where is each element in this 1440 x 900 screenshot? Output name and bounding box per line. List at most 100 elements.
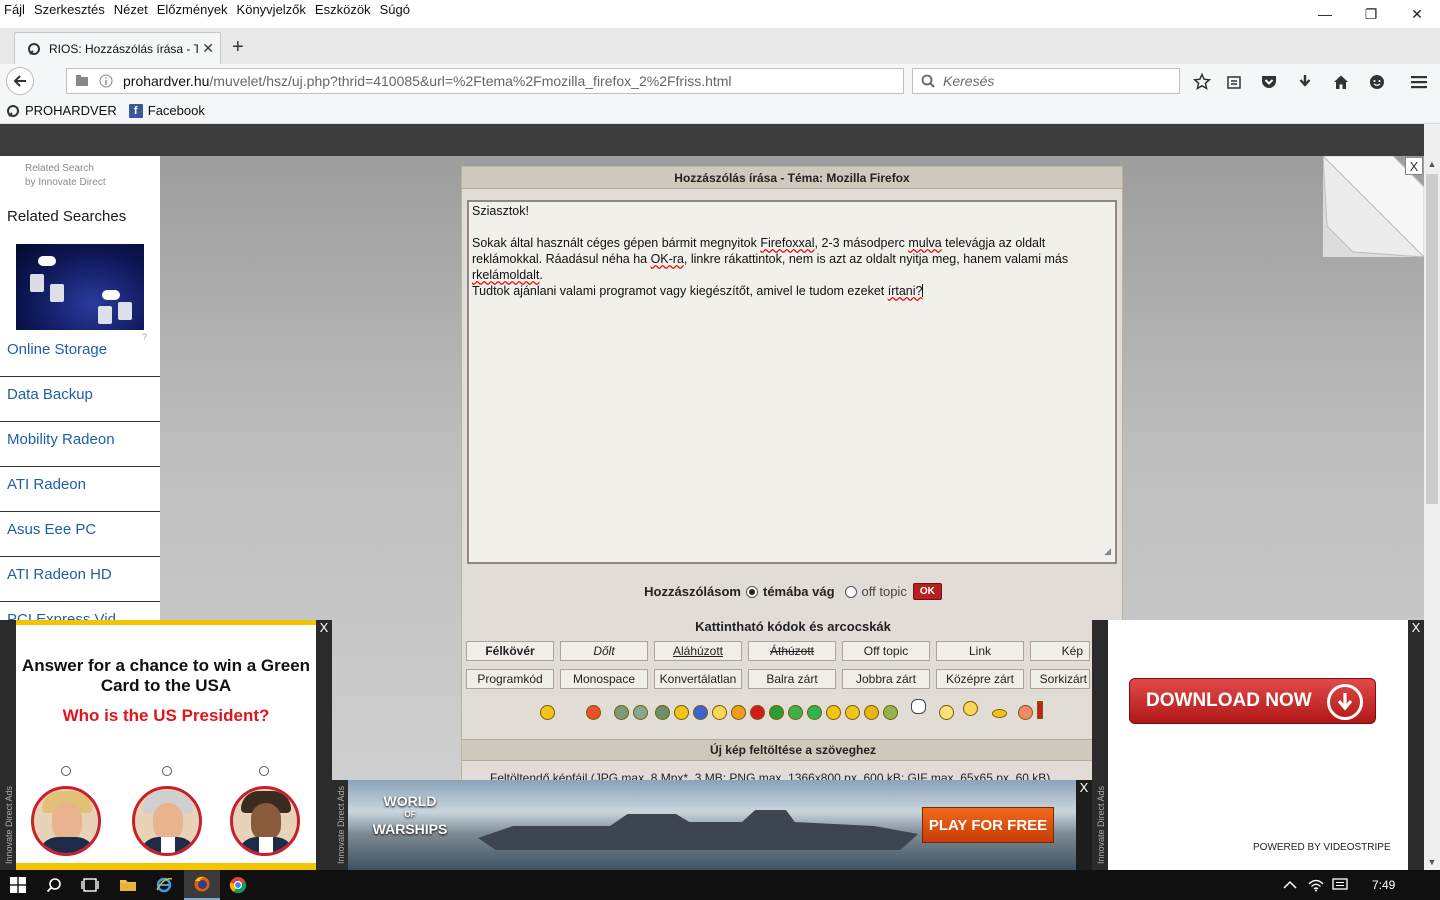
file-explorer-button[interactable] <box>110 870 146 900</box>
smiley-sick-icon[interactable] <box>788 705 803 720</box>
smiley-smile-icon[interactable] <box>540 705 555 720</box>
start-button[interactable] <box>0 870 36 900</box>
smiley-exclamation-icon[interactable] <box>1037 701 1043 719</box>
resize-grip-icon[interactable]: ◢ <box>1104 543 1111 559</box>
image-button[interactable]: Kép <box>1030 641 1090 661</box>
off-topic-radio[interactable] <box>844 585 857 598</box>
smiley-grin-icon[interactable] <box>674 705 689 720</box>
justify-button[interactable]: Sorkizárt <box>1030 669 1090 689</box>
page-scrollbar[interactable]: ▲ ▼ <box>1424 156 1440 870</box>
related-item-online-storage[interactable]: Online Storage <box>0 332 160 377</box>
italic-button[interactable]: Dőlt <box>560 641 648 661</box>
bookmark-star-button[interactable] <box>1188 68 1216 96</box>
menu-help[interactable]: Súgó <box>380 2 410 17</box>
strikethrough-button[interactable]: Áthúzott <box>748 641 836 661</box>
ad-world-of-warships[interactable]: Innovate Direct Ads WORLD OF WARSHIPS PLAY… <box>332 780 1092 870</box>
smiley-nauseous-icon[interactable] <box>883 705 898 720</box>
related-item-asus-eee-pc[interactable]: Asus Eee PC <box>0 512 160 557</box>
related-item-ati-radeon-hd[interactable]: ATI Radeon HD <box>0 557 160 602</box>
ad-answer-radio[interactable] <box>162 766 172 776</box>
ad-close-button[interactable]: X <box>1076 780 1092 795</box>
taskbar-clock[interactable]: 7:49 <box>1372 878 1395 892</box>
smiley-robot-icon[interactable] <box>614 705 629 720</box>
smiley-happy-green-icon[interactable] <box>807 705 822 720</box>
play-for-free-button[interactable]: PLAY FOR FREE <box>922 807 1054 843</box>
hello-chat-button[interactable] <box>1363 68 1391 96</box>
scroll-up-icon[interactable]: ▲ <box>1424 156 1440 172</box>
smiley-pacman-icon[interactable] <box>1018 705 1033 720</box>
bookmark-prohardver[interactable]: PROHARDVER <box>6 103 117 118</box>
menu-edit[interactable]: Szerkesztés <box>34 2 105 17</box>
off-topic-button[interactable]: Off topic <box>842 641 930 661</box>
search-bar[interactable]: Keresés <box>912 68 1180 94</box>
peel-close-button[interactable]: X <box>1405 157 1423 175</box>
ad-green-card[interactable]: Innovate Direct Ads Answer for a chance … <box>0 620 332 870</box>
smiley-ghost-icon[interactable] <box>911 699 926 714</box>
reading-list-button[interactable] <box>1220 68 1248 96</box>
smiley-laugh-icon[interactable] <box>845 705 860 720</box>
ad-download-now[interactable]: Innovate Direct Ads DOWNLOAD NOW POWERED… <box>1092 620 1424 870</box>
smiley-worried-icon[interactable] <box>712 705 727 720</box>
unconverted-button[interactable]: Konvertálatlan <box>654 669 742 689</box>
smiley-sleeping-icon[interactable] <box>992 709 1007 718</box>
task-view-button[interactable] <box>72 870 108 900</box>
align-right-button[interactable]: Jobbra zárt <box>842 669 930 689</box>
download-now-button[interactable]: DOWNLOAD NOW <box>1129 678 1376 724</box>
smiley-alien-icon[interactable] <box>633 705 648 720</box>
align-left-button[interactable]: Balra zárt <box>748 669 836 689</box>
scroll-down-icon[interactable]: ▼ <box>1424 854 1440 870</box>
bold-button[interactable]: Félkövér <box>466 641 554 661</box>
smiley-cool-icon[interactable] <box>864 705 879 720</box>
smiley-zombie-icon[interactable] <box>655 705 670 720</box>
related-item-mobility-radeon[interactable]: Mobility Radeon <box>0 422 160 467</box>
internet-explorer-button[interactable] <box>146 870 182 900</box>
firefox-taskbar-button[interactable] <box>184 870 220 900</box>
ad-portrait-1[interactable] <box>31 786 101 856</box>
new-tab-button[interactable]: + <box>232 36 244 59</box>
ad-answer-radio[interactable] <box>259 766 269 776</box>
menu-view[interactable]: Nézet <box>114 2 148 17</box>
monospace-button[interactable]: Monospace <box>560 669 648 689</box>
tab-active[interactable]: RIOS: Hozzászólás írása - T... ✕ <box>14 32 221 64</box>
ad-close-button[interactable]: X <box>1408 620 1424 635</box>
downloads-button[interactable] <box>1291 68 1319 96</box>
code-button[interactable]: Programkód <box>466 669 554 689</box>
taskbar-search-button[interactable] <box>36 870 72 900</box>
chrome-taskbar-button[interactable] <box>220 870 256 900</box>
ad-portrait-2[interactable] <box>132 786 202 856</box>
smiley-green-icon[interactable] <box>769 705 784 720</box>
related-searches-image[interactable] <box>16 244 144 330</box>
minimize-button[interactable]: — <box>1302 0 1348 28</box>
close-window-button[interactable]: ✕ <box>1394 0 1440 28</box>
menu-bookmarks[interactable]: Könyvjelzők <box>237 2 306 17</box>
smiley-thinking-icon[interactable] <box>939 705 954 720</box>
smiley-blue-icon[interactable] <box>693 705 708 720</box>
related-item-data-backup[interactable]: Data Backup <box>0 377 160 422</box>
back-button[interactable] <box>6 67 34 95</box>
notifications-button[interactable] <box>1322 870 1358 900</box>
menu-tools[interactable]: Eszközök <box>315 2 371 17</box>
menu-button[interactable] <box>1405 68 1433 96</box>
url-bar[interactable]: prohardver.hu/muvelet/hsz/uj.php?thrid=4… <box>66 68 961 94</box>
smiley-wink-icon[interactable] <box>826 705 841 720</box>
menu-history[interactable]: Előzmények <box>157 2 228 17</box>
link-button[interactable]: Link <box>936 641 1024 661</box>
ad-portrait-3[interactable] <box>230 786 300 856</box>
pocket-button[interactable] <box>1255 68 1283 96</box>
align-center-button[interactable]: Középre zárt <box>936 669 1024 689</box>
home-button[interactable] <box>1327 68 1355 96</box>
comment-textarea[interactable]: Sziasztok! Sokak által használt céges gé… <box>467 200 1117 564</box>
smiley-angry-icon[interactable] <box>586 705 601 720</box>
smiley-confused-icon[interactable] <box>963 701 978 716</box>
maximize-button[interactable]: ❐ <box>1348 0 1394 28</box>
info-icon[interactable] <box>99 74 113 88</box>
ad-banner[interactable]: WORLD OF WARSHIPS PLAY FOR FREE <box>348 780 1076 870</box>
smiley-orange-icon[interactable] <box>731 705 746 720</box>
menu-file[interactable]: Fájl <box>4 2 25 17</box>
scrollbar-thumb[interactable] <box>1426 174 1438 504</box>
tab-close-icon[interactable]: ✕ <box>202 40 214 57</box>
bookmark-facebook[interactable]: f Facebook <box>128 103 205 118</box>
ad-answer-radio[interactable] <box>61 766 71 776</box>
smiley-red-icon[interactable] <box>750 705 765 720</box>
ad-close-button[interactable]: X <box>316 620 332 635</box>
